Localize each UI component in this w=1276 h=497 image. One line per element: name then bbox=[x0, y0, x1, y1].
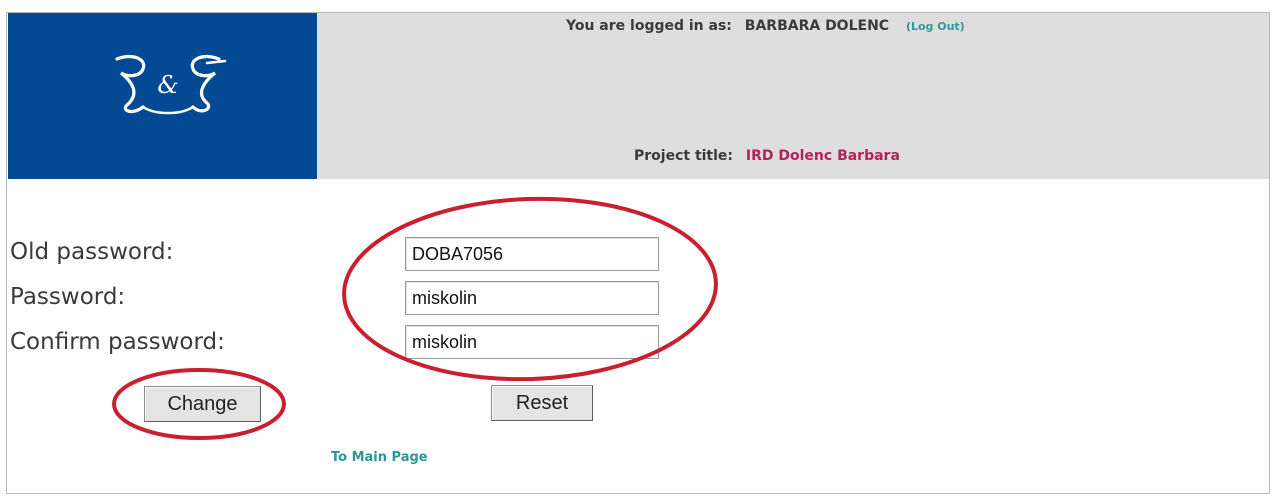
project-info: Project title: IRD Dolenc Barbara bbox=[634, 148, 900, 164]
password-label: Password: bbox=[10, 284, 126, 310]
project-title: IRD Dolenc Barbara bbox=[745, 148, 900, 164]
logout-link[interactable]: (Log Out) bbox=[906, 20, 965, 33]
old-password-input[interactable]: DOBA7056 bbox=[405, 237, 659, 271]
brand-logo: & bbox=[8, 13, 317, 179]
password-input[interactable]: miskolin bbox=[405, 281, 659, 315]
change-button[interactable]: Change bbox=[144, 386, 261, 422]
old-password-label: Old password: bbox=[10, 239, 174, 265]
confirm-password-input[interactable]: miskolin bbox=[405, 325, 659, 359]
project-label: Project title: bbox=[634, 148, 734, 164]
login-status: You are logged in as: BARBARA DOLENC (Lo… bbox=[566, 18, 965, 34]
reset-button[interactable]: Reset bbox=[491, 385, 593, 421]
confirm-password-label: Confirm password: bbox=[10, 329, 225, 355]
logged-in-label: You are logged in as: bbox=[566, 18, 732, 34]
rf-logo-icon: & bbox=[115, 55, 227, 115]
username: BARBARA DOLENC bbox=[744, 18, 890, 34]
main-page-link[interactable]: To Main Page bbox=[331, 450, 428, 465]
logo-ampersand: & bbox=[157, 71, 178, 99]
